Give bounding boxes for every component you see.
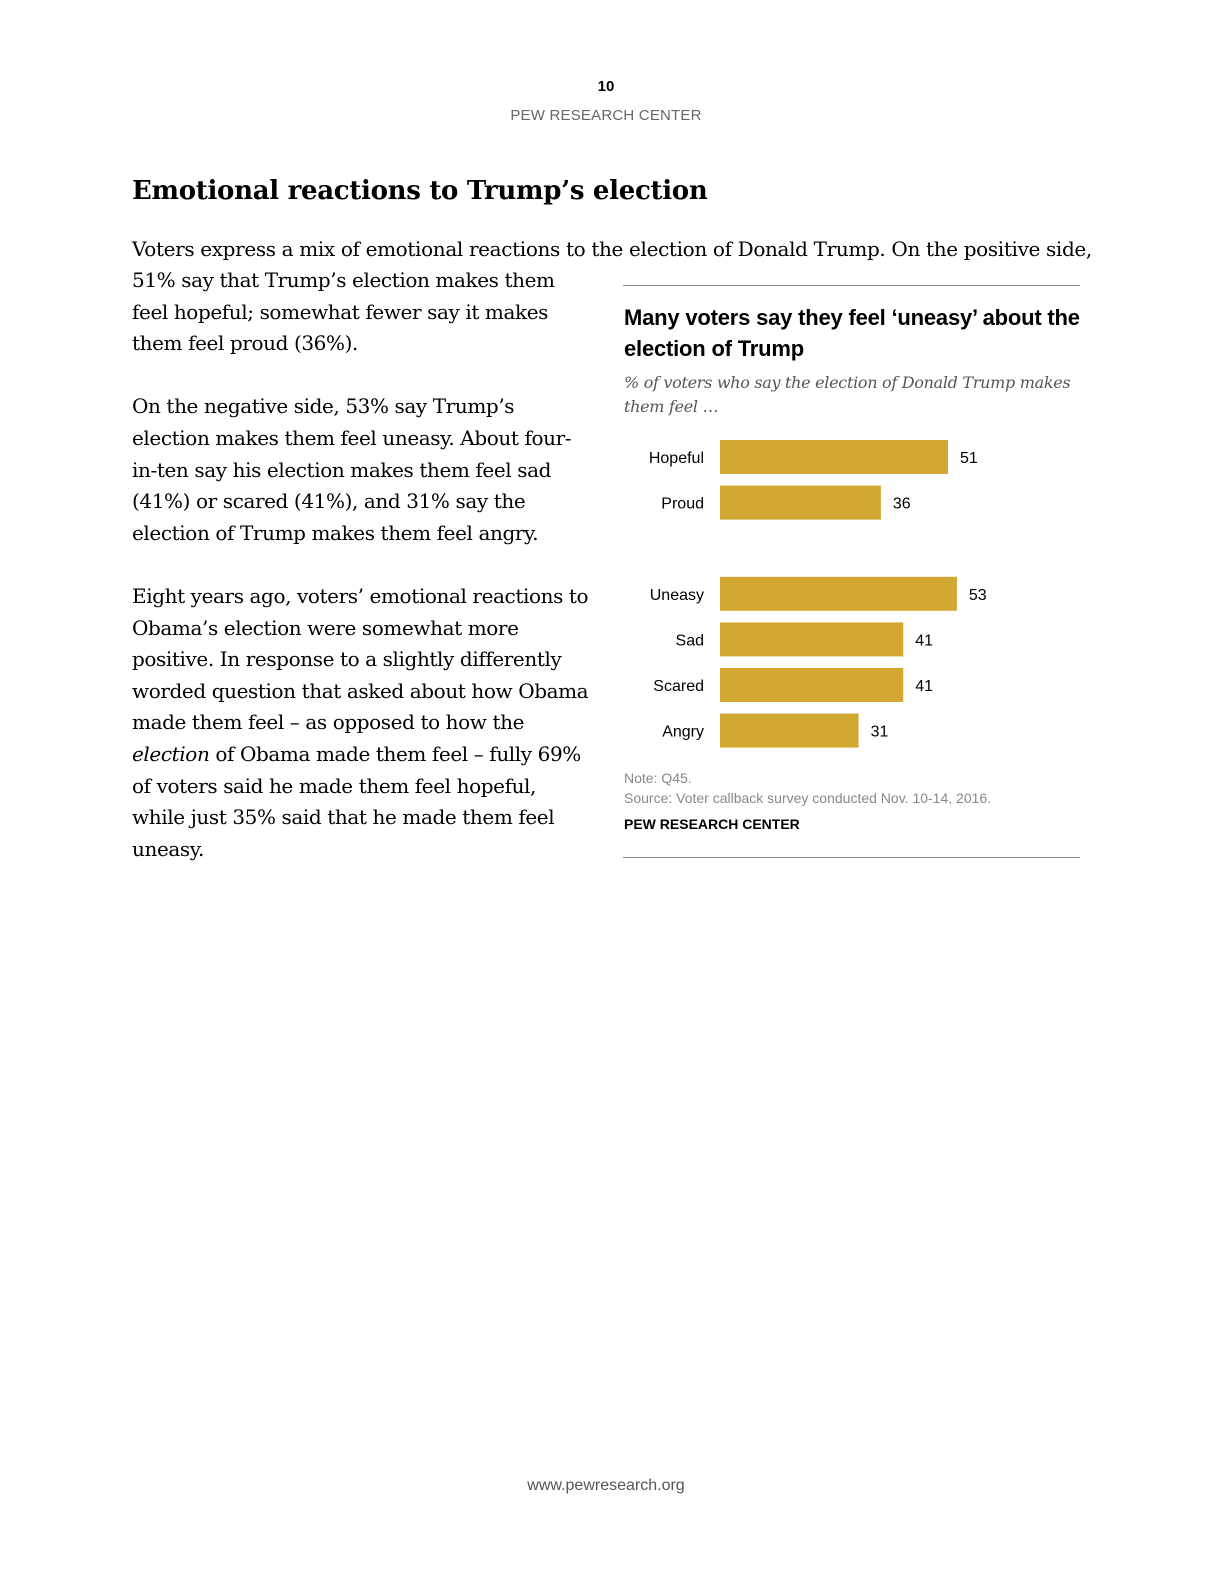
paragraph-obama-part1: Eight years ago, voters’ emotional react… [132, 583, 589, 735]
paragraph-negative: On the negative side, 53% say Trump’s el… [132, 394, 572, 545]
paragraph-positive: 51% say that Trump’s election makes them… [132, 268, 555, 356]
bar-proud [720, 485, 881, 520]
bar-uneasy [720, 576, 957, 611]
bar-sad [720, 622, 904, 657]
bar-hopeful [720, 440, 948, 474]
category-label-scared: Scared [653, 678, 704, 695]
article-body: 51% say that Trump’s election makes them… [132, 265, 594, 897]
value-label-angry: 31 [871, 724, 889, 741]
bar-angry [720, 713, 859, 748]
category-label-angry: Angry [662, 724, 704, 741]
running-header: PEW RESEARCH CENTER [510, 107, 702, 124]
value-label-scared: 41 [915, 678, 933, 695]
value-label-proud: 36 [893, 496, 911, 513]
chart-note: Note: Q45. [624, 770, 692, 786]
section-title: Emotional reactions to Trump’s election [132, 176, 708, 206]
chart-source: Source: Voter callback survey conducted … [624, 790, 992, 806]
chart-credit: PEW RESEARCH CENTER [624, 816, 800, 832]
paragraph-obama-emphasis: election [132, 741, 210, 766]
page-number: 10 [597, 78, 615, 95]
category-label-hopeful: Hopeful [649, 450, 704, 467]
bar-scared [720, 668, 904, 702]
chart-box: Many voters say they feel ‘uneasy’ about… [623, 285, 1080, 858]
intro-line: Voters express a mix of emotional reacti… [132, 237, 1092, 261]
category-label-uneasy: Uneasy [650, 587, 704, 604]
footer-url: www.pewresearch.org [527, 1477, 685, 1494]
bar-chart: Hopeful 51 Proud 36 Uneasy 53 Sad 41 Scared 41 Ang… [649, 440, 987, 748]
paragraph-obama: Eight years ago, voters’ emotional react… [132, 581, 594, 865]
value-label-sad: 41 [915, 632, 933, 649]
category-label-proud: Proud [661, 496, 704, 513]
value-label-uneasy: 53 [969, 587, 987, 604]
value-label-hopeful: 51 [960, 450, 978, 467]
category-label-sad: Sad [676, 632, 704, 649]
